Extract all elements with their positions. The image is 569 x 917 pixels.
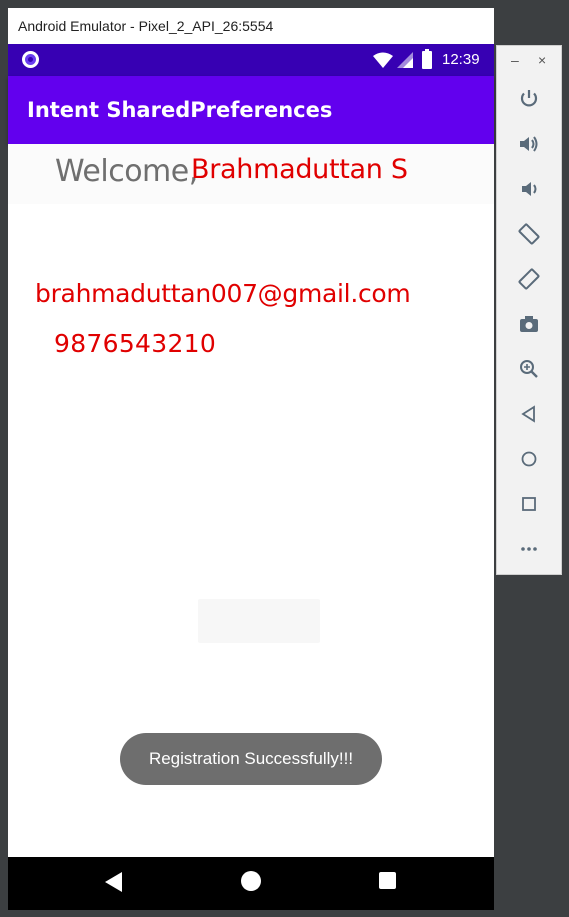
rotate-right-icon[interactable] xyxy=(517,267,541,291)
app-content: Welcome, Brahmaduttan S brahmaduttan007@… xyxy=(8,144,494,857)
battery-icon xyxy=(422,49,432,69)
zoom-icon[interactable] xyxy=(517,357,541,381)
status-clock: 12:39 xyxy=(442,51,480,68)
home-icon[interactable] xyxy=(241,871,261,891)
wifi-icon xyxy=(373,52,393,68)
user-name: Brahmaduttan S xyxy=(191,154,408,185)
toast-message: Registration Successfully!!! xyxy=(148,749,354,768)
close-button[interactable]: × xyxy=(538,52,546,68)
user-email: brahmaduttan007@gmail.com xyxy=(35,279,411,308)
back-icon[interactable] xyxy=(105,872,122,892)
window-titlebar[interactable]: Android Emulator - Pixel_2_API_26:5554 xyxy=(8,8,494,44)
camera-icon[interactable] xyxy=(517,312,541,336)
power-icon[interactable] xyxy=(517,87,541,111)
minimize-button[interactable]: – xyxy=(511,52,519,68)
recents-icon[interactable] xyxy=(379,872,396,889)
toast: Registration Successfully!!! xyxy=(120,733,382,785)
faded-button xyxy=(198,599,320,643)
volume-up-icon[interactable] xyxy=(517,132,541,156)
home-icon[interactable] xyxy=(517,447,541,471)
app-bar-title: Intent SharedPreferences xyxy=(27,98,333,122)
signal-icon xyxy=(397,52,413,68)
app-bar: Intent SharedPreferences xyxy=(8,76,494,144)
status-bar: 12:39 xyxy=(8,44,494,76)
volume-down-icon[interactable] xyxy=(517,177,541,201)
window-title: Android Emulator - Pixel_2_API_26:5554 xyxy=(18,18,274,34)
overview-icon[interactable] xyxy=(517,492,541,516)
emulator-side-panel: – × xyxy=(496,45,562,575)
more-icon[interactable] xyxy=(517,537,541,561)
back-icon[interactable] xyxy=(517,402,541,426)
notification-dot-icon xyxy=(22,51,39,68)
welcome-label: Welcome, xyxy=(55,154,198,189)
navigation-bar xyxy=(8,857,494,910)
user-phone: 9876543210 xyxy=(54,329,217,358)
rotate-left-icon[interactable] xyxy=(517,222,541,246)
emulator-window: Android Emulator - Pixel_2_API_26:5554 1… xyxy=(8,8,494,910)
